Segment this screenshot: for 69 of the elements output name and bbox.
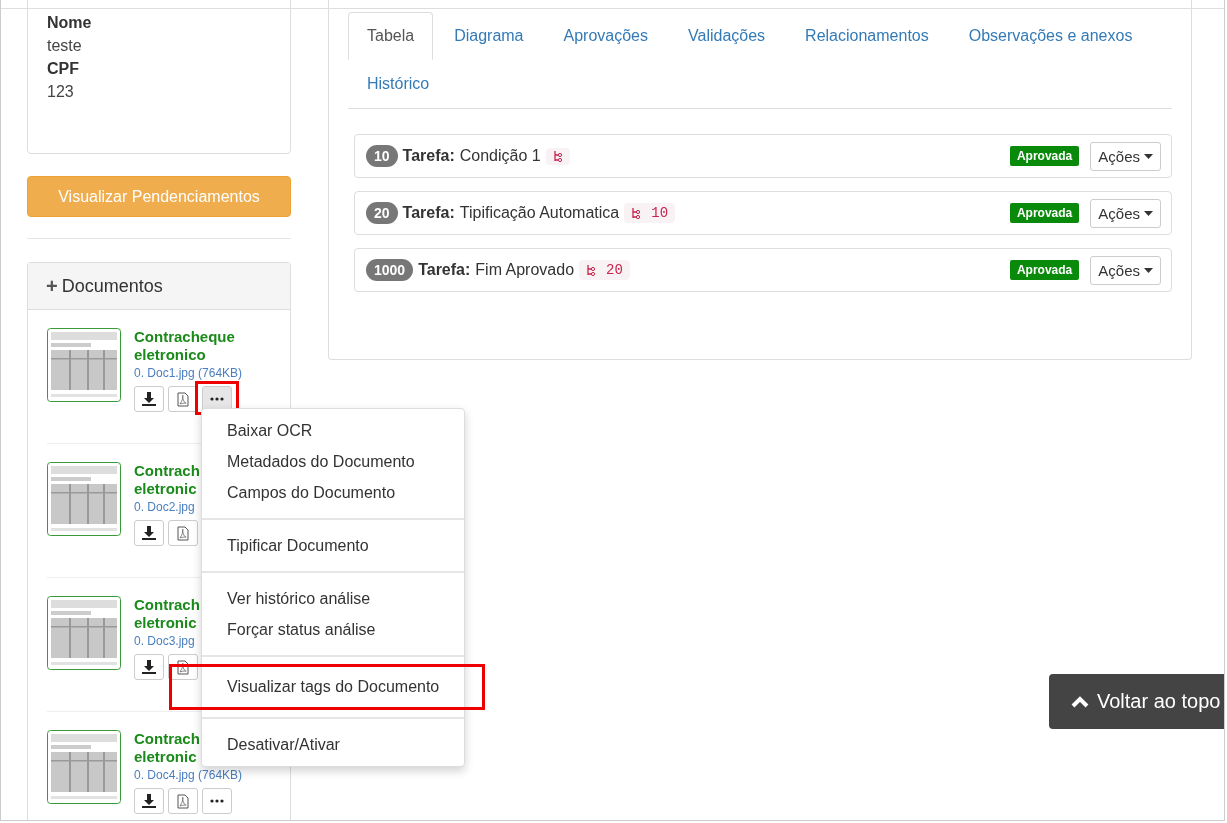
dependency-tag: 10: [624, 203, 676, 223]
task-name: Tipificação Automatica: [459, 204, 620, 222]
task-prefix: Tarefa:: [402, 147, 455, 165]
ellipsis-icon: [210, 799, 224, 803]
ellipsis-icon: [210, 397, 224, 401]
caret-icon: [1144, 267, 1153, 273]
download-icon: [142, 392, 156, 406]
menu-item[interactable]: Metadados do Documento: [202, 446, 464, 477]
menu-item[interactable]: Forçar status análise: [202, 614, 464, 645]
status-label: Aprovada: [1009, 146, 1080, 166]
tab[interactable]: Diagrama: [435, 12, 543, 60]
order-badge: 20: [366, 202, 398, 224]
panel-title: Documentos: [61, 275, 163, 297]
field-label: Nome: [47, 13, 93, 33]
actions-dropdown[interactable]: Ações: [1090, 255, 1161, 285]
pdf-file-icon: [177, 659, 189, 675]
download-button[interactable]: [134, 654, 164, 680]
pdf-button[interactable]: [168, 386, 198, 412]
file-link[interactable]: 0. Doc3.jpg: [134, 634, 200, 648]
menu-item[interactable]: Campos do Documento: [202, 477, 464, 508]
order-badge: 1000: [366, 259, 414, 281]
document-title[interactable]: Contrach eletronic: [134, 596, 200, 632]
pdf-file-icon: [177, 391, 189, 407]
tab[interactable]: Observações e anexos: [949, 12, 1152, 60]
document-title[interactable]: Contracheque eletronico: [134, 328, 243, 364]
task-prefix: Tarefa:: [402, 204, 455, 222]
menu-item[interactable]: Tipificar Documento: [202, 530, 464, 561]
menu-item[interactable]: Visualizar tags do Documento: [172, 667, 482, 707]
chevron-up-icon: [1071, 695, 1089, 708]
dependency-tag: 20: [579, 260, 630, 280]
more-button[interactable]: [202, 788, 232, 814]
tab[interactable]: Histórico: [348, 60, 449, 108]
download-button[interactable]: [134, 386, 164, 412]
task-name: Condição 1: [459, 147, 541, 165]
download-button[interactable]: [134, 788, 164, 814]
file-link[interactable]: 0. Doc2.jpg: [134, 500, 200, 514]
field-label: CPF: [47, 59, 80, 79]
download-icon: [142, 526, 156, 540]
caret-icon: [1144, 153, 1153, 159]
download-icon: [142, 660, 156, 674]
hierarchy-icon: [631, 206, 642, 220]
back-to-top-button[interactable]: Voltar ao topo: [1049, 674, 1224, 729]
task-prefix: Tarefa:: [418, 261, 471, 279]
tab[interactable]: Tabela: [348, 12, 434, 60]
actions-dropdown[interactable]: Ações: [1090, 198, 1161, 228]
file-link[interactable]: 0. Doc4.jpg (764KB): [134, 768, 243, 782]
pdf-file-icon: [177, 525, 189, 541]
order-badge: 10: [366, 145, 398, 167]
tab[interactable]: Validações: [669, 12, 785, 60]
task-name: Fim Aprovado: [475, 261, 575, 279]
status-label: Aprovada: [1009, 260, 1080, 280]
menu-item[interactable]: Ver histórico análise: [202, 583, 464, 614]
actions-dropdown[interactable]: Ações: [1090, 141, 1161, 171]
pdf-file-icon: [177, 793, 189, 809]
status-label: Aprovada: [1009, 203, 1080, 223]
hierarchy-icon: [552, 149, 563, 163]
menu-item[interactable]: Desativar/Ativar: [202, 729, 464, 760]
hierarchy-icon: [586, 263, 597, 277]
expand-icon[interactable]: +: [46, 274, 58, 298]
tab[interactable]: Aprovações: [544, 12, 667, 60]
field-value: teste: [47, 36, 83, 56]
download-button[interactable]: [134, 520, 164, 546]
menu-item[interactable]: Baixar OCR: [202, 415, 464, 446]
field-value: 123: [47, 82, 75, 102]
document-title[interactable]: Contrach eletronic: [134, 462, 200, 498]
download-icon: [142, 794, 156, 808]
tab[interactable]: Relacionamentos: [786, 12, 948, 60]
caret-icon: [1144, 210, 1153, 216]
file-link[interactable]: 0. Doc1.jpg (764KB): [134, 366, 243, 380]
